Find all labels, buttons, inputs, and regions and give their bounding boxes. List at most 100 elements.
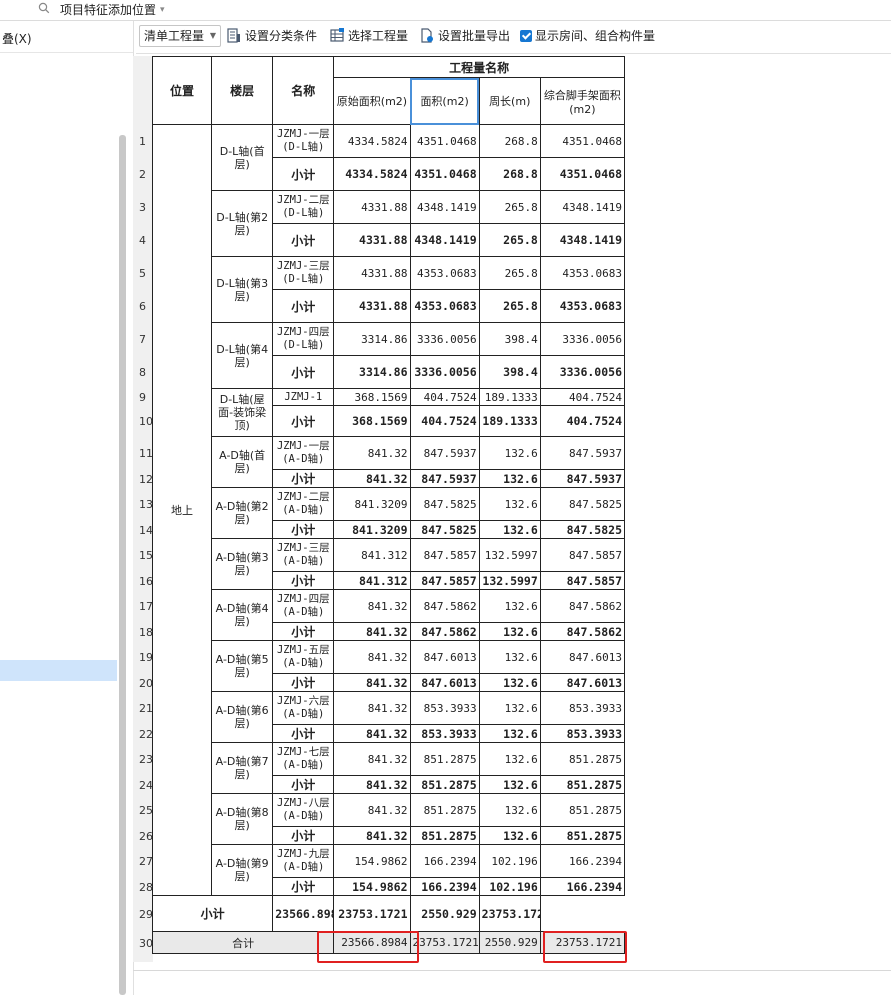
area-cell[interactable]: 3336.0056 [409,322,480,356]
subtotal-original-area-cell[interactable]: 841.32 [333,622,411,641]
subtotal-label[interactable]: 小计 [272,826,335,845]
row-number[interactable]: 12 [139,473,153,486]
position-cell[interactable]: 地上 [151,124,213,896]
table-row[interactable]: D-L轴(第4层) JZMJ-四层(D-L轴) 3314.86 3336.0056 39… [153,322,626,389]
row-number[interactable]: 24 [139,779,153,792]
show-room-checkbox[interactable]: 显示房间、组合构件量 [520,25,655,47]
subtotal-perimeter-cell[interactable]: 132.6 [478,469,541,488]
floor-cell[interactable]: A-D轴(第3层) [211,538,274,590]
perimeter-cell[interactable]: 132.6 [478,436,541,470]
subtotal-scaffold-area-cell[interactable]: 4348.1419 [539,223,626,257]
row-number[interactable]: 10 [139,415,153,428]
subtotal-original-area-cell[interactable]: 4331.88 [333,223,411,257]
subtotal-label[interactable]: 小计 [272,571,335,590]
name-cell[interactable]: JZMJ-二层(D-L轴) [272,190,335,224]
row-number[interactable]: 18 [139,626,153,639]
area-cell[interactable]: 4353.0683 [409,256,480,290]
scaffold-area-cell[interactable]: 847.5937 [539,436,626,470]
subtotal-label[interactable]: 小计 [272,520,335,539]
name-cell[interactable]: JZMJ-一层(D-L轴) [272,124,335,158]
floor-cell[interactable]: A-D轴(第9层) [211,844,274,896]
subtotal-label[interactable]: 小计 [272,157,335,191]
subtotal-area-cell[interactable]: 4353.0683 [409,289,480,323]
subtotal-area-cell[interactable]: 847.6013 [409,673,480,692]
subtotal-label[interactable]: 小计 [272,622,335,641]
table-row[interactable]: A-D轴(第4层) JZMJ-四层(A-D轴) 841.32 847.5862 132.… [153,589,626,641]
search-icon[interactable] [38,2,50,17]
area-cell[interactable]: 853.3933 [409,691,480,725]
table-row[interactable]: A-D轴(第8层) JZMJ-八层(A-D轴) 841.32 851.2875 132.… [153,793,626,845]
perimeter-cell[interactable]: 265.8 [478,190,541,224]
header-floor[interactable]: 楼层 [211,56,274,125]
table-row[interactable]: A-D轴(第9层) JZMJ-九层(A-D轴) 154.9862 166.2394 10… [153,844,626,896]
perimeter-cell[interactable]: 132.6 [478,742,541,776]
grand-subtotal-scaffold-area-cell[interactable]: 23753.1721 [478,895,541,932]
original-area-cell[interactable]: 841.32 [333,640,411,674]
scaffold-area-cell[interactable]: 4348.1419 [539,190,626,224]
row-number[interactable]: 27 [139,855,153,868]
name-cell[interactable]: JZMJ-1 [272,388,335,406]
original-area-cell[interactable]: 841.312 [333,538,411,572]
table-row[interactable]: A-D轴(首层) JZMJ-一层(A-D轴) 841.32 847.5937 132.6… [153,436,626,488]
left-scrollbar[interactable] [119,135,126,995]
subtotal-scaffold-area-cell[interactable]: 404.7524 [539,405,626,437]
subtotal-area-cell[interactable]: 4351.0468 [409,157,480,191]
subtotal-label[interactable]: 小计 [272,355,335,389]
area-cell[interactable]: 404.7524 [409,388,480,406]
scaffold-area-cell[interactable]: 166.2394 [539,844,626,878]
grand-subtotal-original-area-cell[interactable]: 23566.8984 [272,895,335,932]
grand-subtotal-row[interactable]: 小计23566.898423753.17212550.92923753.1721 [151,895,625,932]
row-number[interactable]: 9 [139,391,146,404]
row-number[interactable]: 20 [139,677,153,690]
subtotal-perimeter-cell[interactable]: 132.6 [478,520,541,539]
scaffold-area-cell[interactable]: 847.5857 [539,538,626,572]
row-number[interactable]: 7 [139,333,146,346]
subtotal-original-area-cell[interactable]: 4334.5824 [333,157,411,191]
row-number[interactable]: 25 [139,804,153,817]
name-cell[interactable]: JZMJ-九层(A-D轴) [272,844,335,878]
subtotal-label[interactable]: 小计 [272,405,335,437]
subtotal-label[interactable]: 小计 [272,673,335,692]
row-number[interactable]: 29 [139,908,153,921]
floor-cell[interactable]: A-D轴(首层) [211,436,274,488]
scaffold-area-cell[interactable]: 3336.0056 [539,322,626,356]
subtotal-label[interactable]: 小计 [272,877,335,896]
row-number[interactable]: 11 [139,447,153,460]
quantity-type-select[interactable]: 清单工程量 ▼ [139,25,221,47]
row-number[interactable]: 15 [139,549,153,562]
name-cell[interactable]: JZMJ-四层(A-D轴) [272,589,335,623]
subtotal-original-area-cell[interactable]: 841.3209 [333,520,411,539]
table-row[interactable]: D-L轴(屋面-装饰梁顶) JZMJ-1 368.1569 404.7524 189.1… [153,388,626,437]
row-number[interactable]: 8 [139,366,146,379]
row-number[interactable]: 2 [139,168,146,181]
subtotal-scaffold-area-cell[interactable]: 166.2394 [539,877,626,896]
header-quantity-group[interactable]: 工程量名称 [333,56,625,78]
table-row[interactable]: D-L轴(第3层) JZMJ-三层(D-L轴) 4331.88 4353.0683 26… [153,256,626,323]
scaffold-area-cell[interactable]: 847.5825 [539,487,626,521]
name-cell[interactable]: JZMJ-三层(A-D轴) [272,538,335,572]
floor-cell[interactable]: A-D轴(第2层) [211,487,274,539]
total-label[interactable]: 合计 [151,931,335,954]
row-number[interactable]: 17 [139,600,153,613]
header-original-area[interactable]: 原始面积(m2) [333,77,411,125]
perimeter-cell[interactable]: 132.5997 [478,538,541,572]
name-cell[interactable]: JZMJ-一层(A-D轴) [272,436,335,470]
row-number[interactable]: 4 [139,234,146,247]
scaffold-area-cell[interactable]: 847.6013 [539,640,626,674]
scaffold-area-cell[interactable]: 851.2875 [539,793,626,827]
perimeter-cell[interactable]: 132.6 [478,793,541,827]
table-row[interactable]: 地上 D-L轴(首层) JZMJ-一层(D-L轴) 4334.5824 4351.046… [151,124,626,896]
header-area[interactable]: 面积(m2) [409,77,480,125]
subtotal-original-area-cell[interactable]: 841.32 [333,775,411,794]
perimeter-cell[interactable]: 102.196 [478,844,541,878]
subtotal-scaffold-area-cell[interactable]: 847.5825 [539,520,626,539]
original-area-cell[interactable]: 841.32 [333,793,411,827]
subtotal-perimeter-cell[interactable]: 398.4 [478,355,541,389]
subtotal-area-cell[interactable]: 847.5825 [409,520,480,539]
subtotal-scaffold-area-cell[interactable]: 847.5862 [539,622,626,641]
subtotal-scaffold-area-cell[interactable]: 847.5937 [539,469,626,488]
subtotal-original-area-cell[interactable]: 841.32 [333,673,411,692]
subtotal-original-area-cell[interactable]: 841.32 [333,826,411,845]
row-number[interactable]: 23 [139,753,153,766]
subtotal-original-area-cell[interactable]: 841.32 [333,469,411,488]
